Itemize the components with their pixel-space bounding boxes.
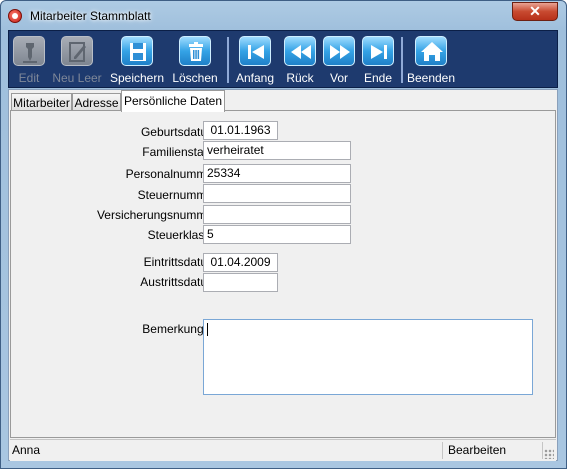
- toolbar: Edit Neu Leer Speichern Löschen Anfang R…: [8, 30, 558, 88]
- status-divider: [442, 442, 443, 459]
- last-record-label: Ende: [363, 71, 393, 85]
- title-bar[interactable]: Mitarbeiter Stammblatt ✕: [1, 1, 566, 29]
- versicherungsnummer-field[interactable]: [203, 205, 351, 224]
- geburtsdatum-field[interactable]: 01.01.1963: [203, 121, 278, 140]
- save-button[interactable]: Speichern: [110, 31, 164, 87]
- tab-page-persoenliche-daten: Geburtsdatum 01.01.1963 Familienstand ve…: [10, 110, 556, 438]
- text-caret: [207, 323, 208, 336]
- first-record-button[interactable]: Anfang: [236, 31, 274, 87]
- austrittsdatum-field[interactable]: [203, 273, 278, 292]
- new-label: Neu Leer: [52, 71, 102, 85]
- bemerkungen-textarea[interactable]: [203, 319, 533, 395]
- delete-button[interactable]: Löschen: [172, 31, 218, 87]
- tab-persoenliche-daten[interactable]: Persönliche Daten: [121, 90, 225, 112]
- save-label: Speichern: [109, 71, 165, 85]
- pen-icon: [13, 36, 45, 66]
- resize-grip[interactable]: [544, 449, 554, 459]
- personalnummer-field[interactable]: 25334: [203, 164, 351, 183]
- exit-button[interactable]: Beenden: [407, 31, 455, 87]
- steuerklasse-field[interactable]: 5: [203, 225, 351, 244]
- home-icon: [415, 36, 447, 66]
- new-document-icon: [61, 36, 93, 66]
- floppy-disk-icon: [121, 36, 153, 66]
- status-bar: Anna Bearbeiten: [10, 439, 556, 461]
- delete-label: Löschen: [172, 71, 218, 85]
- new-button[interactable]: Neu Leer: [52, 31, 102, 87]
- familienstand-field[interactable]: verheiratet: [203, 141, 351, 160]
- app-logo-icon: [8, 9, 22, 23]
- first-record-icon: [239, 36, 271, 66]
- edit-button[interactable]: Edit: [11, 31, 47, 87]
- status-user: Anna: [12, 443, 41, 457]
- status-divider: [542, 442, 543, 459]
- window-title: Mitarbeiter Stammblatt: [30, 9, 151, 23]
- previous-icon: [284, 36, 316, 66]
- trash-icon: [179, 36, 211, 66]
- status-mode: Bearbeiten: [448, 443, 507, 457]
- last-record-button[interactable]: Ende: [360, 31, 396, 87]
- exit-label: Beenden: [406, 71, 456, 85]
- versicherungsnummer-label: Versicherungsnummer: [96, 208, 217, 222]
- next-icon: [323, 36, 355, 66]
- eintrittsdatum-field[interactable]: 01.04.2009: [203, 253, 278, 272]
- content-panel: Mitarbeiter Adresse Persönliche Daten Ge…: [8, 89, 558, 461]
- steuernummer-field[interactable]: [203, 184, 351, 203]
- close-button[interactable]: ✕: [512, 2, 558, 21]
- app-window: Mitarbeiter Stammblatt ✕ Edit Neu Leer S…: [0, 0, 567, 469]
- last-record-icon: [362, 36, 394, 66]
